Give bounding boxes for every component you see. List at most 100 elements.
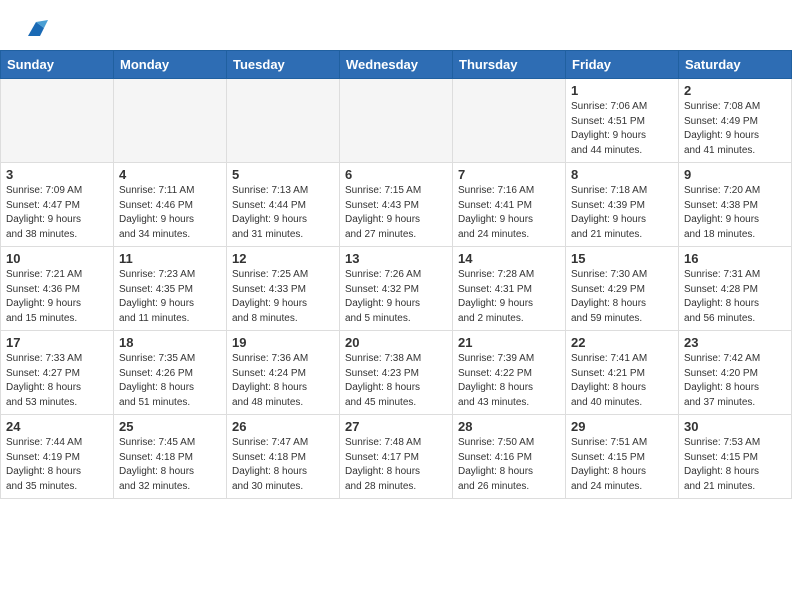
calendar-cell: 22 Sunrise: 7:41 AM Sunset: 4:21 PM Dayli… bbox=[566, 331, 679, 415]
calendar-cell: 16 Sunrise: 7:31 AM Sunset: 4:28 PM Dayli… bbox=[679, 247, 792, 331]
day-info: Sunrise: 7:39 AM Sunset: 4:22 PM Dayligh… bbox=[458, 352, 560, 410]
calendar-cell: 3 Sunrise: 7:09 AM Sunset: 4:47 PM Daylig… bbox=[1, 163, 114, 247]
day-info: Sunrise: 7:42 AM Sunset: 4:20 PM Dayligh… bbox=[684, 352, 786, 410]
day-number: 17 bbox=[6, 335, 108, 350]
day-number: 4 bbox=[119, 167, 221, 182]
day-number: 22 bbox=[571, 335, 673, 350]
weekday-header: Monday bbox=[114, 51, 227, 79]
calendar-cell: 14 Sunrise: 7:28 AM Sunset: 4:31 PM Dayli… bbox=[453, 247, 566, 331]
day-number: 1 bbox=[571, 83, 673, 98]
calendar-cell: 30 Sunrise: 7:53 AM Sunset: 4:15 PM Dayli… bbox=[679, 415, 792, 499]
day-number: 26 bbox=[232, 419, 334, 434]
weekday-header: Saturday bbox=[679, 51, 792, 79]
day-number: 16 bbox=[684, 251, 786, 266]
day-number: 14 bbox=[458, 251, 560, 266]
day-number: 13 bbox=[345, 251, 447, 266]
calendar-cell: 28 Sunrise: 7:50 AM Sunset: 4:16 PM Dayli… bbox=[453, 415, 566, 499]
calendar-cell bbox=[453, 79, 566, 163]
calendar-cell: 27 Sunrise: 7:48 AM Sunset: 4:17 PM Dayli… bbox=[340, 415, 453, 499]
calendar-table: SundayMondayTuesdayWednesdayThursdayFrid… bbox=[0, 50, 792, 499]
page-header bbox=[0, 0, 792, 50]
calendar-cell bbox=[114, 79, 227, 163]
calendar-cell bbox=[340, 79, 453, 163]
day-number: 15 bbox=[571, 251, 673, 266]
day-info: Sunrise: 7:21 AM Sunset: 4:36 PM Dayligh… bbox=[6, 268, 108, 326]
day-info: Sunrise: 7:36 AM Sunset: 4:24 PM Dayligh… bbox=[232, 352, 334, 410]
day-info: Sunrise: 7:13 AM Sunset: 4:44 PM Dayligh… bbox=[232, 184, 334, 242]
calendar-cell: 20Sunrise: 7:38 AM Sunset: 4:23 PM Dayli… bbox=[340, 331, 453, 415]
day-number: 19 bbox=[232, 335, 334, 350]
day-number: 10 bbox=[6, 251, 108, 266]
day-info: Sunrise: 7:30 AM Sunset: 4:29 PM Dayligh… bbox=[571, 268, 673, 326]
calendar-cell: 24 Sunrise: 7:44 AM Sunset: 4:19 PM Dayli… bbox=[1, 415, 114, 499]
day-number: 8 bbox=[571, 167, 673, 182]
calendar-cell: 26 Sunrise: 7:47 AM Sunset: 4:18 PM Dayli… bbox=[227, 415, 340, 499]
day-number: 7 bbox=[458, 167, 560, 182]
calendar-cell: 17 Sunrise: 7:33 AM Sunset: 4:27 PM Dayli… bbox=[1, 331, 114, 415]
day-info: Sunrise: 7:18 AM Sunset: 4:39 PM Dayligh… bbox=[571, 184, 673, 242]
calendar-cell: 2 Sunrise: 7:08 AM Sunset: 4:49 PM Daylig… bbox=[679, 79, 792, 163]
day-number: 21 bbox=[458, 335, 560, 350]
logo-bird-icon bbox=[22, 18, 48, 40]
day-number: 30 bbox=[684, 419, 786, 434]
calendar-week-row: 17 Sunrise: 7:33 AM Sunset: 4:27 PM Dayli… bbox=[1, 331, 792, 415]
calendar-cell: 19 Sunrise: 7:36 AM Sunset: 4:24 PM Dayli… bbox=[227, 331, 340, 415]
weekday-header: Friday bbox=[566, 51, 679, 79]
calendar-cell: 11Sunrise: 7:23 AM Sunset: 4:35 PM Dayli… bbox=[114, 247, 227, 331]
calendar-cell: 29 Sunrise: 7:51 AM Sunset: 4:15 PM Dayli… bbox=[566, 415, 679, 499]
calendar-week-row: 1 Sunrise: 7:06 AM Sunset: 4:51 PM Daylig… bbox=[1, 79, 792, 163]
weekday-header: Tuesday bbox=[227, 51, 340, 79]
calendar-week-row: 10 Sunrise: 7:21 AM Sunset: 4:36 PM Dayli… bbox=[1, 247, 792, 331]
weekday-header: Sunday bbox=[1, 51, 114, 79]
day-number: 28 bbox=[458, 419, 560, 434]
weekday-header: Thursday bbox=[453, 51, 566, 79]
calendar-cell: 4 Sunrise: 7:11 AM Sunset: 4:46 PM Daylig… bbox=[114, 163, 227, 247]
calendar-cell: 18 Sunrise: 7:35 AM Sunset: 4:26 PM Dayli… bbox=[114, 331, 227, 415]
calendar-cell: 10 Sunrise: 7:21 AM Sunset: 4:36 PM Dayli… bbox=[1, 247, 114, 331]
weekday-header: Wednesday bbox=[340, 51, 453, 79]
calendar-cell: 12 Sunrise: 7:25 AM Sunset: 4:33 PM Dayli… bbox=[227, 247, 340, 331]
day-number: 12 bbox=[232, 251, 334, 266]
day-number: 18 bbox=[119, 335, 221, 350]
day-number: 29 bbox=[571, 419, 673, 434]
day-number: 2 bbox=[684, 83, 786, 98]
day-info: Sunrise: 7:50 AM Sunset: 4:16 PM Dayligh… bbox=[458, 436, 560, 494]
calendar-week-row: 24 Sunrise: 7:44 AM Sunset: 4:19 PM Dayli… bbox=[1, 415, 792, 499]
day-number: 6 bbox=[345, 167, 447, 182]
day-info: Sunrise: 7:31 AM Sunset: 4:28 PM Dayligh… bbox=[684, 268, 786, 326]
day-info: Sunrise: 7:08 AM Sunset: 4:49 PM Dayligh… bbox=[684, 100, 786, 158]
day-info: Sunrise: 7:06 AM Sunset: 4:51 PM Dayligh… bbox=[571, 100, 673, 158]
day-info: Sunrise: 7:41 AM Sunset: 4:21 PM Dayligh… bbox=[571, 352, 673, 410]
day-info: Sunrise: 7:28 AM Sunset: 4:31 PM Dayligh… bbox=[458, 268, 560, 326]
calendar-cell: 8 Sunrise: 7:18 AM Sunset: 4:39 PM Daylig… bbox=[566, 163, 679, 247]
day-info: Sunrise: 7:48 AM Sunset: 4:17 PM Dayligh… bbox=[345, 436, 447, 494]
day-number: 20 bbox=[345, 335, 447, 350]
day-number: 27 bbox=[345, 419, 447, 434]
day-number: 23 bbox=[684, 335, 786, 350]
calendar-cell bbox=[1, 79, 114, 163]
calendar-cell: 13Sunrise: 7:26 AM Sunset: 4:32 PM Dayli… bbox=[340, 247, 453, 331]
day-info: Sunrise: 7:20 AM Sunset: 4:38 PM Dayligh… bbox=[684, 184, 786, 242]
calendar-week-row: 3 Sunrise: 7:09 AM Sunset: 4:47 PM Daylig… bbox=[1, 163, 792, 247]
calendar-cell: 7Sunrise: 7:16 AM Sunset: 4:41 PM Daylig… bbox=[453, 163, 566, 247]
calendar-cell: 21 Sunrise: 7:39 AM Sunset: 4:22 PM Dayli… bbox=[453, 331, 566, 415]
calendar-cell: 6 Sunrise: 7:15 AM Sunset: 4:43 PM Daylig… bbox=[340, 163, 453, 247]
calendar-cell: 25Sunrise: 7:45 AM Sunset: 4:18 PM Dayli… bbox=[114, 415, 227, 499]
weekday-header-row: SundayMondayTuesdayWednesdayThursdayFrid… bbox=[1, 51, 792, 79]
day-info: Sunrise: 7:09 AM Sunset: 4:47 PM Dayligh… bbox=[6, 184, 108, 242]
calendar-cell: 23 Sunrise: 7:42 AM Sunset: 4:20 PM Dayli… bbox=[679, 331, 792, 415]
calendar-cell: 9Sunrise: 7:20 AM Sunset: 4:38 PM Daylig… bbox=[679, 163, 792, 247]
day-info: Sunrise: 7:25 AM Sunset: 4:33 PM Dayligh… bbox=[232, 268, 334, 326]
day-info: Sunrise: 7:51 AM Sunset: 4:15 PM Dayligh… bbox=[571, 436, 673, 494]
day-info: Sunrise: 7:47 AM Sunset: 4:18 PM Dayligh… bbox=[232, 436, 334, 494]
day-number: 25 bbox=[119, 419, 221, 434]
day-info: Sunrise: 7:53 AM Sunset: 4:15 PM Dayligh… bbox=[684, 436, 786, 494]
day-number: 5 bbox=[232, 167, 334, 182]
day-number: 24 bbox=[6, 419, 108, 434]
day-info: Sunrise: 7:33 AM Sunset: 4:27 PM Dayligh… bbox=[6, 352, 108, 410]
day-info: Sunrise: 7:44 AM Sunset: 4:19 PM Dayligh… bbox=[6, 436, 108, 494]
day-number: 3 bbox=[6, 167, 108, 182]
day-info: Sunrise: 7:15 AM Sunset: 4:43 PM Dayligh… bbox=[345, 184, 447, 242]
day-info: Sunrise: 7:11 AM Sunset: 4:46 PM Dayligh… bbox=[119, 184, 221, 242]
day-info: Sunrise: 7:35 AM Sunset: 4:26 PM Dayligh… bbox=[119, 352, 221, 410]
